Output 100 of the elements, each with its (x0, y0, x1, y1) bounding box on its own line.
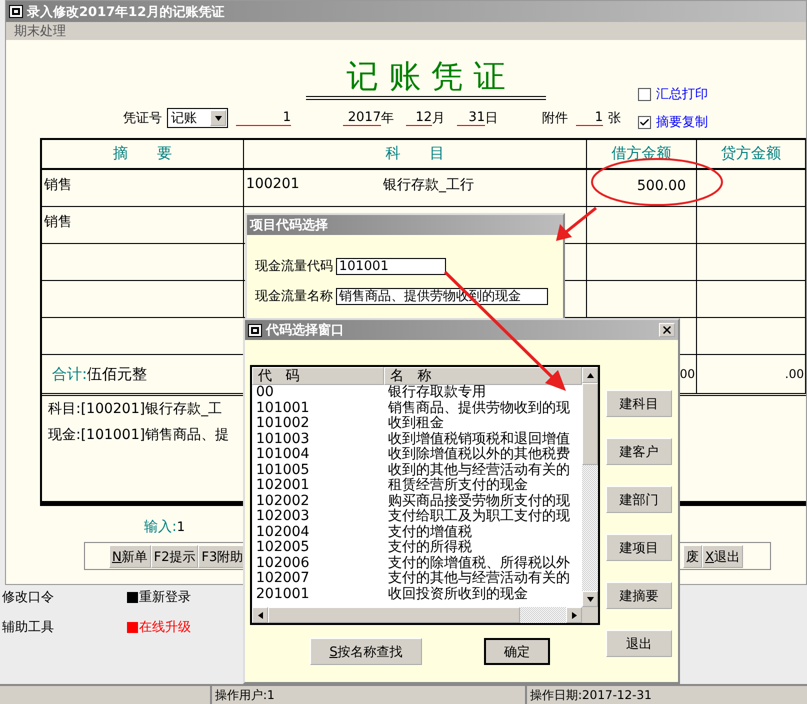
name-cell[interactable]: 收到除增值税以外的其他税费 (384, 447, 582, 462)
voucher-type-dropdown[interactable]: 记账 (167, 108, 228, 128)
name-cell[interactable]: 支付给职工及为职工支付的现 (384, 509, 582, 524)
code-cell[interactable]: 102006 (252, 556, 384, 571)
menu-item[interactable]: 期末处理 (14, 22, 66, 40)
side-button[interactable]: 建客户 (606, 438, 672, 465)
window-icon (248, 324, 262, 336)
name-cell[interactable]: 银行存取款专用 (384, 385, 582, 400)
checkbox[interactable] (638, 116, 651, 128)
horizontal-scrollbar[interactable] (252, 607, 582, 623)
name-cell[interactable]: 收到的其他与经营活动有关的 (384, 462, 582, 478)
column-header: 贷方金额 (697, 140, 806, 170)
name-cell[interactable]: 收到租金 (384, 416, 582, 432)
attachments-field[interactable]: 1 (576, 110, 603, 126)
table-cell[interactable] (42, 281, 244, 318)
column-header: 摘 要 (42, 140, 244, 170)
table-cell[interactable] (697, 318, 806, 355)
table-cell[interactable] (587, 244, 697, 281)
side-button[interactable]: 退出 (606, 630, 672, 657)
option-label: 汇总打印 (656, 86, 708, 103)
code-cell[interactable]: 102007 (252, 571, 384, 586)
desktop-link[interactable]: 辅助工具 (2, 618, 127, 636)
table-cell[interactable] (697, 281, 806, 318)
name-cell[interactable]: 收到增值税销项税和退回增值 (384, 432, 582, 447)
table-cell[interactable] (42, 244, 244, 281)
side-button[interactable]: 建摘要 (606, 582, 672, 609)
table-cell[interactable]: 销售 (42, 170, 244, 207)
code-cell[interactable]: 00 (252, 385, 384, 400)
table-cell[interactable] (587, 207, 697, 244)
down-arrow-icon (586, 596, 594, 602)
dialog-button[interactable]: 确定 (484, 638, 550, 665)
name-cell[interactable]: 支付的所得税 (384, 540, 582, 556)
name-cell[interactable]: 租赁经营所支付的现金 (384, 478, 582, 494)
up-arrow-icon (586, 372, 594, 378)
code-cell[interactable]: 101002 (252, 416, 384, 432)
side-button[interactable]: 建科目 (606, 390, 672, 417)
code-cell[interactable]: 102003 (252, 509, 384, 524)
input-count: 1 (176, 520, 185, 535)
name-cell[interactable]: 销售商品、提供劳物收到的现 (384, 400, 582, 416)
debit-amount: 500.00 (637, 178, 686, 194)
credit-total: .00 (697, 355, 806, 393)
code-cell[interactable]: 102002 (252, 494, 384, 509)
desktop-link[interactable]: 修改口令 (2, 588, 127, 606)
account-name: 银行存款_工行 (383, 176, 474, 194)
month-field[interactable]: 12 (406, 110, 432, 126)
attachments-unit: 张 (608, 110, 621, 127)
code-cell[interactable]: 201001 (252, 586, 384, 602)
annotation-arrow (556, 206, 597, 241)
day-field[interactable]: 31 (457, 110, 485, 126)
name-cell[interactable]: 支付的增值税 (384, 524, 582, 540)
year-label: 年 (381, 110, 394, 127)
table-cell[interactable]: 500.00 (587, 170, 697, 207)
input-field[interactable]: 101001 (336, 258, 446, 274)
table-cell[interactable]: 销售 (42, 207, 244, 244)
name-cell[interactable]: 支付的其他与经营活动有关的 (384, 571, 582, 586)
close-button[interactable] (659, 323, 675, 337)
name-cell[interactable]: 购买商品接受劳物所支付的现 (384, 494, 582, 509)
checkbox[interactable] (638, 88, 651, 100)
year-field[interactable]: 2017 (343, 110, 381, 126)
status-text: 操作日期:2017-12-31 (525, 686, 807, 704)
column-header[interactable]: 名 称 (384, 367, 582, 385)
table-cell[interactable] (697, 170, 806, 207)
total-in-words: 伍佰元整 (87, 364, 148, 382)
summary-text: 销售 (44, 213, 72, 231)
code-cell[interactable]: 101003 (252, 432, 384, 447)
check-icon (639, 116, 650, 128)
voucher-number-field[interactable]: 1 (236, 110, 291, 126)
toolbar-button[interactable]: 废 (683, 544, 702, 568)
window-icon (9, 5, 23, 18)
table-cell[interactable]: 100201 银行存款_工行 (244, 170, 587, 207)
code-cell[interactable]: 102005 (252, 540, 384, 556)
code-cell[interactable]: 102001 (252, 478, 384, 494)
option-label: 摘要复制 (656, 114, 708, 131)
voucher-number-label: 凭证号 (123, 110, 162, 127)
code-cell[interactable]: 101001 (252, 400, 384, 416)
detail-text: 科目:[100201]银行存款_工 (48, 400, 222, 418)
column-header[interactable]: 代 码 (252, 367, 384, 385)
name-cell[interactable]: 收回投资所收到的现金 (384, 586, 582, 602)
total-label: 合计: (51, 364, 88, 382)
table-cell[interactable] (697, 244, 806, 281)
side-button[interactable]: 建部门 (606, 486, 672, 513)
toolbar-button[interactable]: N新单 (109, 544, 151, 568)
vertical-scrollbar[interactable] (582, 367, 598, 607)
toolbar-button[interactable]: X退出 (702, 544, 743, 568)
dialog-button[interactable]: S按名称查找 (310, 638, 422, 665)
scrollbar-corner (582, 607, 598, 623)
detail-text: 现金:[101001]销售商品、提 (48, 426, 230, 444)
name-cell[interactable]: 支付的除增值税、所得税以外 (384, 556, 582, 571)
code-cell[interactable]: 101004 (252, 447, 384, 462)
dialog-title: 代码选择窗口 (266, 322, 344, 339)
toolbar-button[interactable]: F2提示 (150, 544, 198, 568)
right-arrow-icon (572, 612, 576, 618)
window-title: 录入修改2017年12月的记账凭证 (27, 4, 224, 20)
field-label: 现金流量代码 (255, 258, 333, 275)
table-cell[interactable] (697, 207, 806, 244)
field-label: 现金流量名称 (255, 288, 333, 305)
code-cell[interactable]: 102004 (252, 524, 384, 540)
code-cell[interactable]: 101005 (252, 462, 384, 478)
side-button[interactable]: 建项目 (606, 534, 672, 561)
month-label: 月 (432, 110, 445, 127)
